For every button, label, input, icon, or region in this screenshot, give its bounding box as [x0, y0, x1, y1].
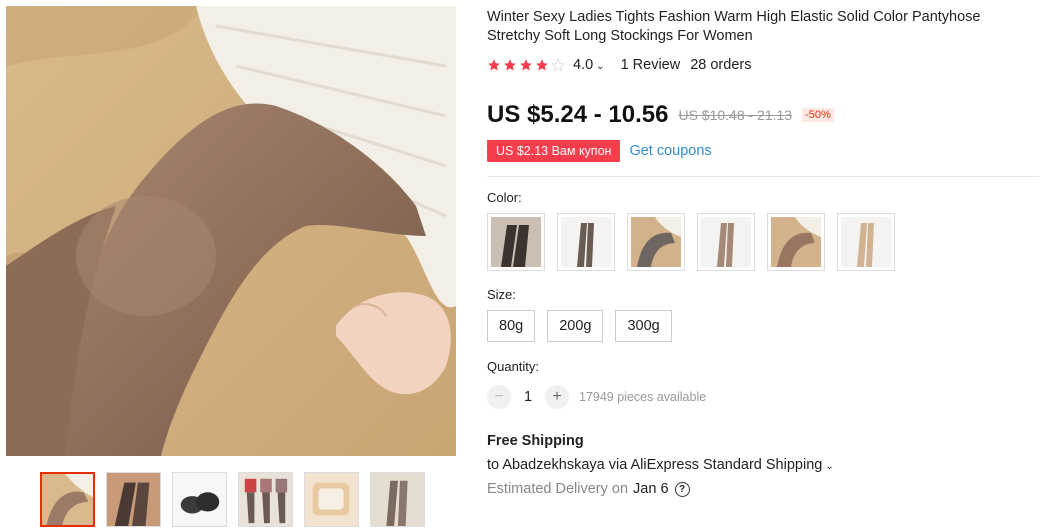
star-full-icon: [536, 59, 548, 71]
help-icon[interactable]: ?: [674, 481, 690, 497]
product-title: Winter Sexy Ladies Tights Fashion Warm H…: [487, 9, 981, 44]
star-full-icon: [488, 59, 500, 71]
price-row: US $5.24 - 10.56 US $10.48 - 21.13 -50%: [487, 101, 1035, 129]
orders-count: 28 orders: [690, 57, 752, 73]
size-label: Size:: [487, 287, 516, 302]
reviews-link[interactable]: 1 Review: [621, 57, 681, 73]
shipping-method[interactable]: to Abadzekhskaya via AliExpress Standard…: [487, 457, 1035, 473]
get-coupons-link[interactable]: Get coupons: [629, 143, 711, 159]
color-swatches: [487, 213, 1035, 271]
delivery-date: Jan 6: [633, 481, 669, 497]
star-empty-icon: [551, 58, 565, 72]
shipping-method-label: to Abadzekhskaya via AliExpress Standard…: [487, 457, 823, 473]
delivery-prefix: Estimated Delivery on: [487, 481, 629, 497]
delivery-estimate: Estimated Delivery on Jan 6 ?: [487, 481, 1035, 497]
color-swatch-5[interactable]: [767, 213, 825, 271]
size-options: 80g 200g 300g: [487, 310, 1035, 342]
rating-value-label: 4.0: [573, 57, 594, 73]
thumbnail-strip: [40, 472, 425, 527]
divider: [487, 176, 1039, 177]
product-main-image[interactable]: [6, 6, 456, 456]
chevron-down-icon: ⌄: [596, 61, 605, 72]
color-label: Color:: [487, 190, 522, 205]
original-price: US $10.48 - 21.13: [678, 107, 793, 123]
coupon-badge[interactable]: US $2.13 Вам купон: [484, 140, 621, 162]
product-info: Winter Sexy Ladies Tights Fashion Warm H…: [484, 8, 1039, 497]
coupon-row: US $2.13 Вам купон Get coupons: [484, 140, 1035, 162]
rating-value[interactable]: 4.0 ⌄: [573, 57, 605, 73]
color-swatch-3[interactable]: [627, 213, 685, 271]
shipping-title: Free Shipping: [487, 433, 584, 449]
current-price: US $5.24 - 10.56: [487, 101, 669, 128]
star-full-icon: [520, 59, 532, 71]
color-swatch-4[interactable]: [697, 213, 755, 271]
product-photo: [6, 6, 456, 456]
chevron-down-icon: ⌄: [825, 461, 834, 472]
discount-badge: -50%: [802, 108, 834, 122]
thumbnail-4[interactable]: [238, 472, 293, 527]
thumbnail-2[interactable]: [106, 472, 161, 527]
thumbnail-1[interactable]: [40, 472, 95, 527]
rating-row: 4.0 ⌄ 1 Review 28 orders: [487, 57, 1035, 73]
quantity-increase-button[interactable]: +: [545, 385, 569, 409]
thumbnail-5[interactable]: [304, 472, 359, 527]
color-swatch-6[interactable]: [837, 213, 895, 271]
quantity-label: Quantity:: [487, 359, 540, 374]
thumbnail-3[interactable]: [172, 472, 227, 527]
size-option-200g[interactable]: 200g: [547, 310, 604, 342]
thumbnail-6[interactable]: [370, 472, 425, 527]
quantity-available: 17949 pieces available: [579, 390, 707, 404]
quantity-input[interactable]: 1: [511, 389, 545, 405]
rating-stars[interactable]: [487, 58, 565, 72]
color-swatch-2[interactable]: [557, 213, 615, 271]
size-option-80g[interactable]: 80g: [487, 310, 536, 342]
quantity-decrease-button[interactable]: −: [487, 385, 511, 409]
color-swatch-1[interactable]: [487, 213, 545, 271]
size-option-300g[interactable]: 300g: [615, 310, 672, 342]
quantity-stepper: − 1 + 17949 pieces available: [487, 385, 1035, 409]
star-full-icon: [504, 59, 516, 71]
